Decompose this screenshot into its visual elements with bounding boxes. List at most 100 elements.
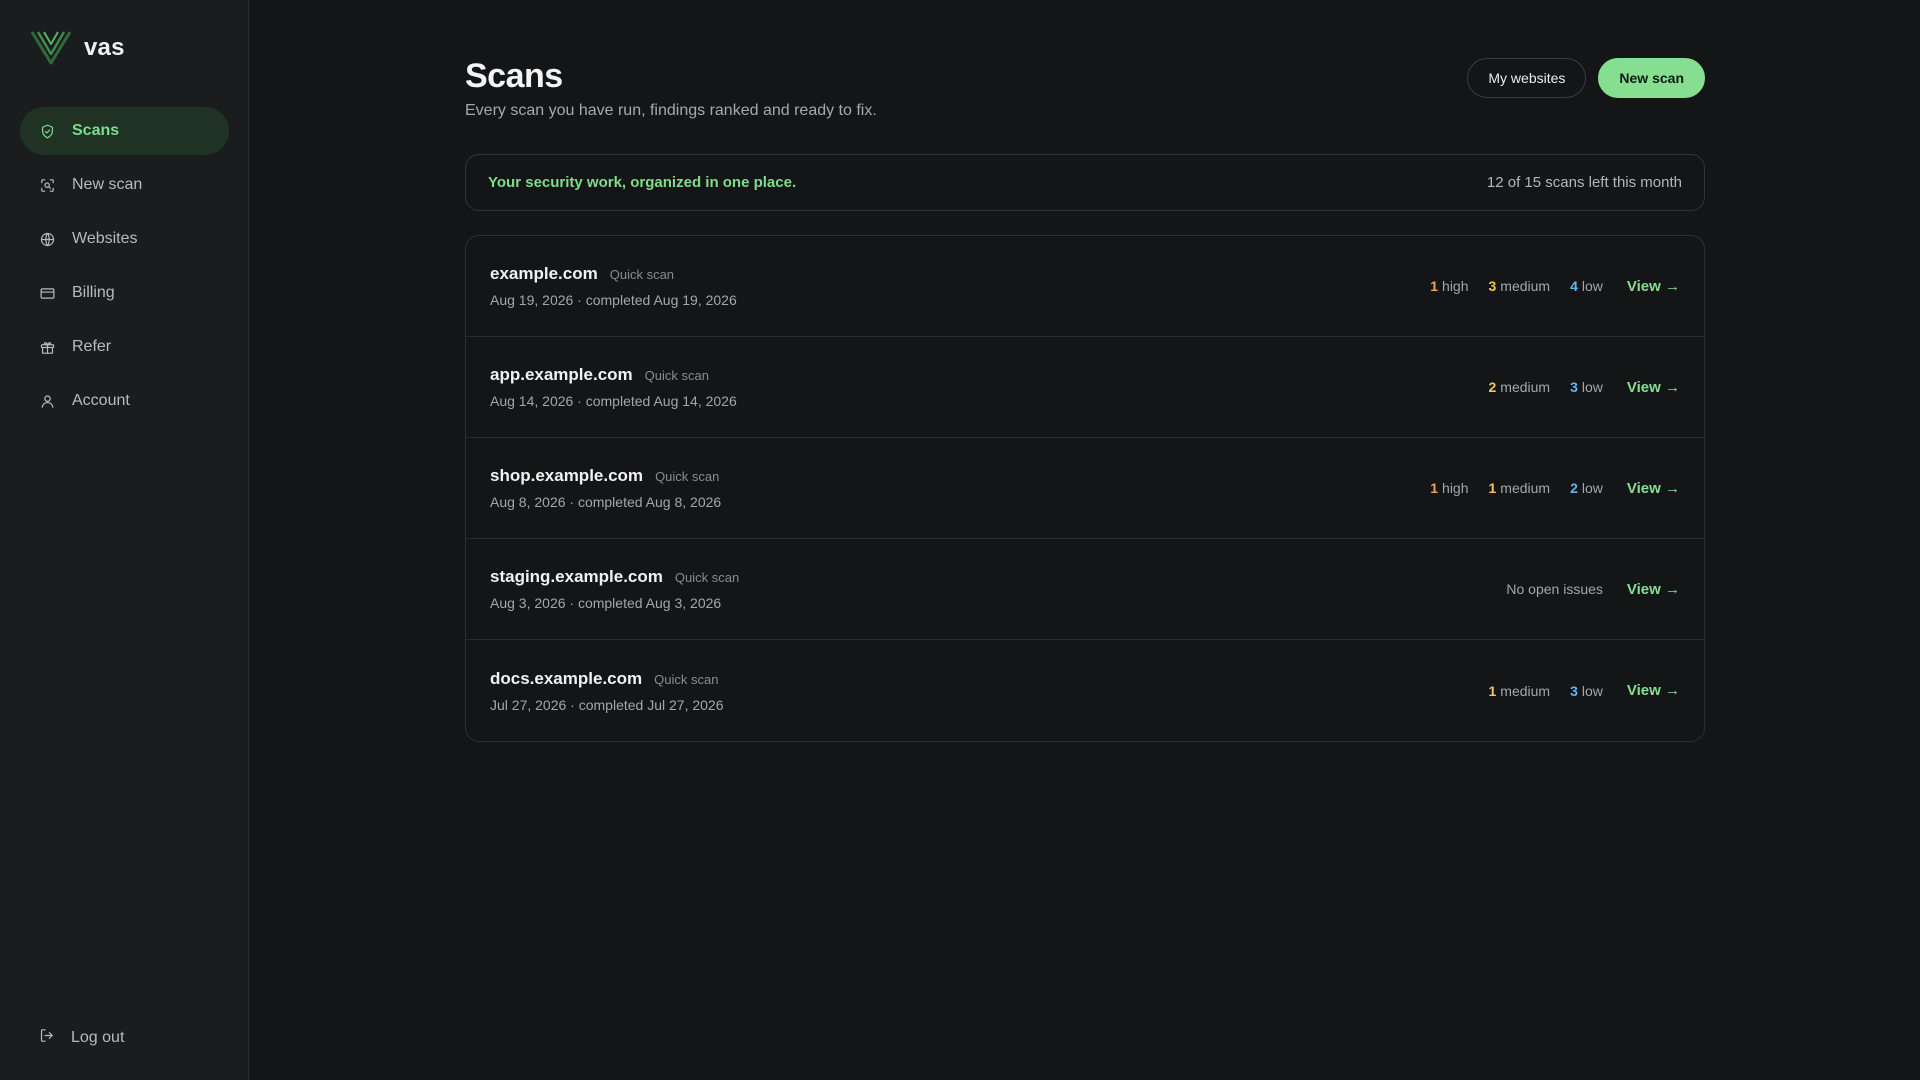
scan-findings: No open issues View → [1506, 581, 1680, 598]
severity-count: 1 [1488, 480, 1497, 496]
page-header: Scans Every scan you have run, findings … [465, 56, 1705, 154]
severity-count: 3 [1570, 682, 1578, 699]
scan-info: example.com Quick scan Aug 19, 2026 · comp… [490, 264, 737, 308]
scan-dates: Aug 19, 2026 · completed Aug 19, 2026 [490, 292, 737, 308]
view-scan-link[interactable]: View → [1627, 278, 1680, 295]
scan-findings: 1 medium 3 low View → [1489, 682, 1681, 699]
scan-type: Quick scan [609, 267, 675, 282]
sidebar-item-websites[interactable]: Websites [20, 215, 229, 263]
view-scan-link[interactable]: View → [1627, 379, 1680, 396]
scan-info: staging.example.com Quick scan Aug 3, 2026… [490, 567, 739, 611]
severity-label: high [1442, 480, 1469, 496]
severity-label: low [1581, 682, 1603, 699]
scan-list: example.com Quick scan Aug 19, 2026 · comp… [465, 235, 1705, 742]
logout-icon [38, 1027, 55, 1049]
scan-heading: docs.example.com Quick scan [490, 669, 724, 689]
main: Scans Every scan you have run, findings … [249, 0, 1920, 1080]
no-issues-label: No open issues [1506, 581, 1603, 597]
severity-medium: 3 medium [1489, 278, 1551, 294]
scan-dates: Aug 14, 2026 · completed Aug 14, 2026 [490, 393, 737, 409]
scan-type: Quick scan [644, 368, 709, 383]
scan-domain: staging.example.com [490, 567, 663, 586]
severity-label: medium [1500, 278, 1551, 294]
scan-dates: Jul 27, 2026 · completed Jul 27, 2026 [490, 696, 724, 713]
sidebar-item-label: Refer [72, 338, 112, 355]
logout-button[interactable]: Log out [20, 1014, 229, 1062]
severity-high: 1 high [1430, 480, 1468, 496]
severity-count: 1 [1488, 682, 1497, 699]
severity-high: 1 high [1430, 278, 1468, 294]
view-scan-link[interactable]: View → [1627, 682, 1680, 699]
scan-type: Quick scan [654, 671, 719, 687]
severity-label: medium [1500, 682, 1551, 699]
scan-row[interactable]: docs.example.com Quick scan Jul 27, 2026 ·… [466, 640, 1704, 741]
severity-label: low [1581, 278, 1603, 294]
scan-heading: app.example.com Quick scan [490, 365, 737, 385]
severity-low: 2 low [1570, 480, 1603, 496]
scan-dates: Aug 8, 2026 · completed Aug 8, 2026 [490, 494, 722, 510]
scan-domain: app.example.com [490, 365, 633, 384]
severity-medium: 1 medium [1489, 683, 1551, 699]
new-scan-button[interactable]: New scan [1598, 58, 1705, 98]
scan-row[interactable]: shop.example.com Quick scan Aug 8, 2026 · … [466, 438, 1704, 539]
sidebar-item-scans[interactable]: Scans [20, 107, 229, 155]
scan-domain: shop.example.com [490, 466, 644, 485]
scan-heading: staging.example.com Quick scan [490, 567, 739, 587]
severity-count: 1 [1430, 278, 1439, 294]
shield-icon [38, 122, 56, 140]
app-root: vas Scans New scan Websites Billing Refe… [0, 0, 1920, 1080]
brand[interactable]: vas [30, 30, 125, 66]
header-actions: My websites New scan [1467, 58, 1705, 98]
severity-medium: 1 medium [1489, 480, 1551, 496]
scan-type: Quick scan [674, 570, 740, 585]
scan-info: docs.example.com Quick scan Jul 27, 2026 ·… [490, 669, 724, 713]
severity-label: medium [1500, 480, 1551, 496]
severity-count: 2 [1488, 379, 1497, 395]
scan-findings: 2 medium 3 low View → [1489, 379, 1681, 396]
severity-count: 4 [1570, 278, 1578, 294]
scan-quota: 12 of 15 scans left this month [1486, 174, 1682, 191]
sidebar-item-refer[interactable]: Refer [20, 323, 229, 371]
scan-heading: example.com Quick scan [490, 264, 737, 284]
sidebar-item-new-scan[interactable]: New scan [20, 161, 229, 209]
scan-row[interactable]: staging.example.com Quick scan Aug 3, 2026… [466, 539, 1704, 640]
severity-label: high [1442, 278, 1469, 294]
scan-row[interactable]: app.example.com Quick scan Aug 14, 2026 · … [466, 337, 1704, 438]
globe-icon [38, 230, 56, 248]
severity-low: 3 low [1570, 379, 1603, 395]
sidebar-item-billing[interactable]: Billing [20, 269, 229, 317]
scan-findings: 1 high 3 medium 4 low View → [1430, 278, 1680, 295]
brand-name: vas [84, 34, 125, 61]
scan-domain: docs.example.com [490, 668, 643, 688]
sidebar: vas Scans New scan Websites Billing Refe… [0, 0, 249, 1080]
sidebar-item-account[interactable]: Account [20, 377, 229, 425]
banner-message: Your security work, organized in one pla… [488, 174, 797, 191]
severity-label: medium [1500, 379, 1551, 395]
scan-dates: Aug 3, 2026 · completed Aug 3, 2026 [490, 595, 722, 611]
scan-info: app.example.com Quick scan Aug 14, 2026 · … [490, 365, 737, 409]
credit-card-icon [38, 284, 56, 302]
user-icon [38, 392, 56, 410]
severity-medium: 2 medium [1489, 379, 1551, 395]
severity-count: 3 [1570, 379, 1578, 395]
page-subtitle: Every scan you have run, findings ranked… [465, 102, 877, 119]
scan-row[interactable]: example.com Quick scan Aug 19, 2026 · comp… [466, 236, 1704, 337]
my-websites-button[interactable]: My websites [1467, 58, 1587, 98]
severity-count: 2 [1570, 480, 1578, 496]
logout-label: Log out [71, 1029, 125, 1046]
severity-label: low [1581, 379, 1603, 395]
severity-count: 1 [1430, 480, 1439, 496]
severity-count: 3 [1488, 278, 1497, 294]
sidebar-item-label: Account [72, 392, 130, 409]
sidebar-nav: Scans New scan Websites Billing Refer Ac… [20, 107, 229, 431]
severity-low: 3 low [1570, 683, 1603, 699]
scan-findings: 1 high 1 medium 2 low View → [1430, 480, 1680, 497]
content: Scans Every scan you have run, findings … [465, 56, 1705, 742]
sidebar-item-label: Scans [72, 122, 120, 139]
view-scan-link[interactable]: View → [1627, 581, 1680, 598]
scan-icon [38, 176, 56, 194]
info-banner: Your security work, organized in one pla… [465, 154, 1705, 211]
view-scan-link[interactable]: View → [1627, 480, 1680, 497]
sidebar-item-label: Websites [72, 230, 138, 247]
severity-label: low [1581, 480, 1603, 496]
